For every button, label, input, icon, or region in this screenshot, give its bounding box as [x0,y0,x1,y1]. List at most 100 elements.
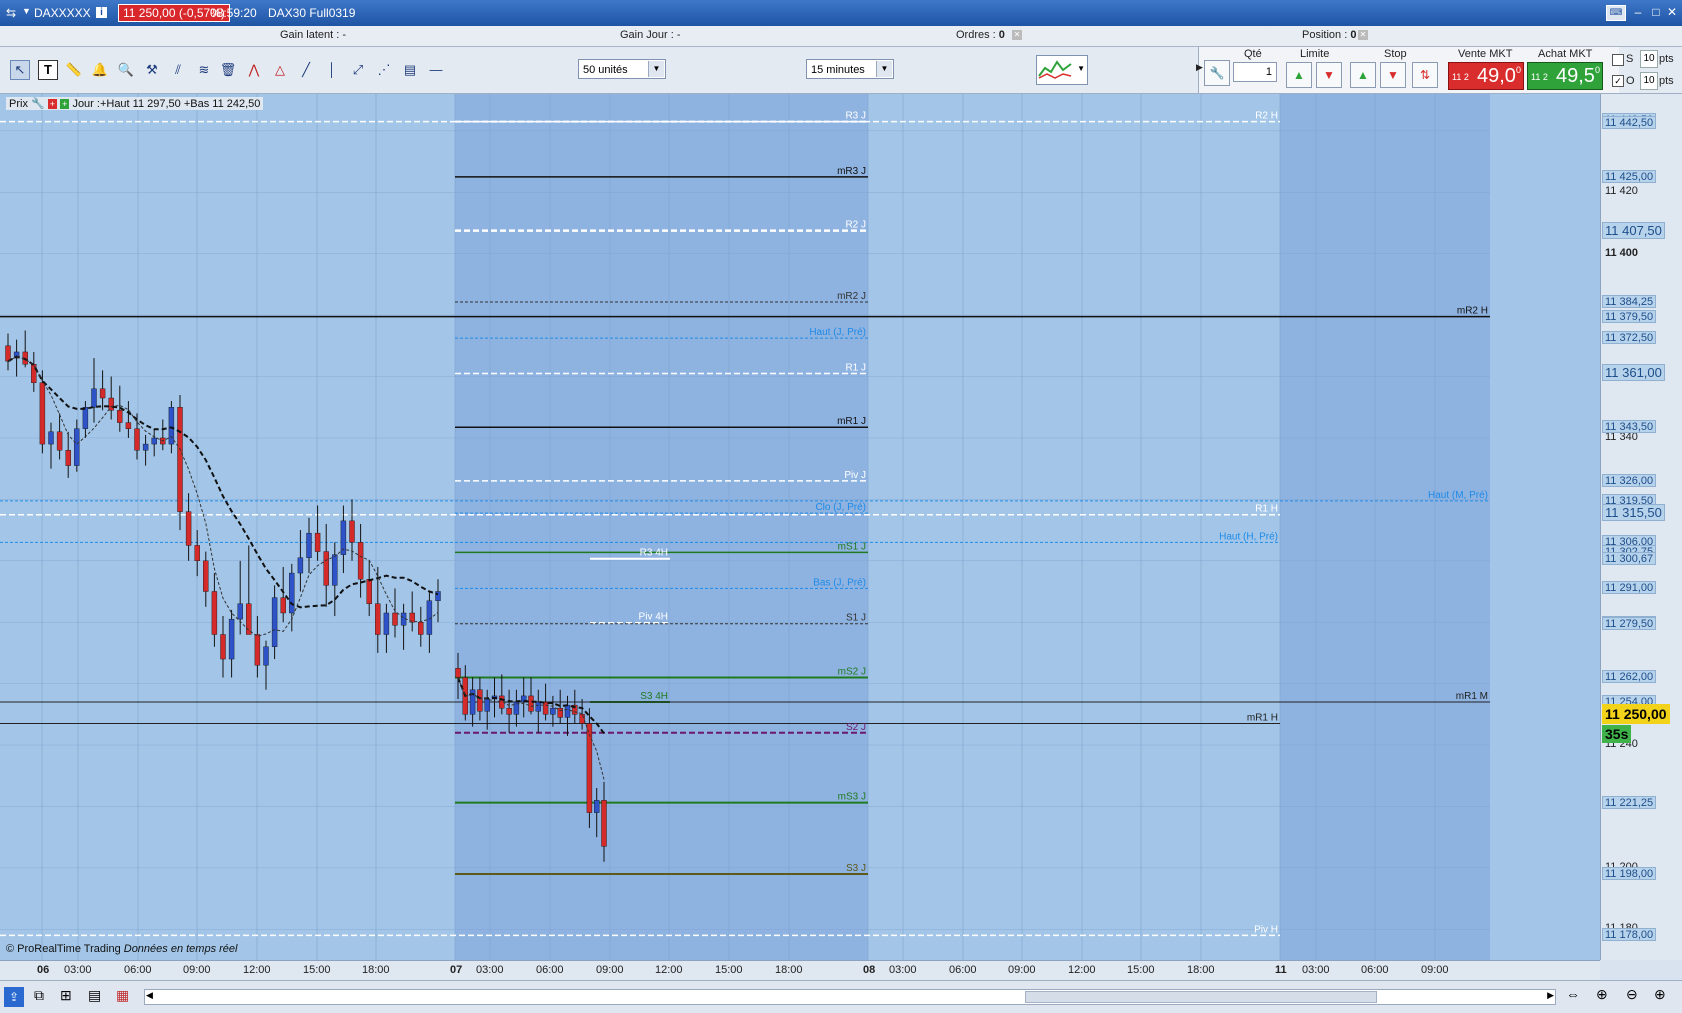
sell-market-button[interactable]: 11 2 49,0 0 [1448,62,1524,90]
settings-wrench-icon[interactable]: 🔧 [1204,60,1230,86]
maximize-button[interactable]: □ [1648,5,1664,19]
candle [289,572,295,614]
collapse-arrow-icon[interactable]: ▶ [1196,62,1203,73]
hammer-icon[interactable]: ⚒ [142,60,162,80]
scroll-right-icon[interactable]: ▶ [1547,990,1554,1001]
price-level-tag: 11 262,00 [1602,670,1657,684]
chart-type-icon [1038,60,1072,79]
vertical-line-icon[interactable]: │ [322,60,342,80]
objective-pts-label: pts [1659,75,1674,87]
candle [39,382,46,445]
info-icon[interactable]: i [96,7,107,18]
units-select[interactable]: 50 unités ▼ [578,59,666,79]
zoom-icon[interactable]: 🔍 [116,60,136,80]
time-tick: 06:00 [536,964,564,976]
price-level-tag: 11 198,00 [1602,867,1657,880]
pointer-icon[interactable]: ↖ [10,60,30,80]
candle [99,388,106,399]
time-tick: 18:00 [362,964,390,976]
zoom-out-icon[interactable]: ⊖ [1626,986,1638,1003]
minimize-button[interactable]: – [1630,5,1646,19]
level-label: Piv J [844,470,866,481]
timeframe-select[interactable]: 15 minutes ▼ [806,59,894,79]
price-label: Prix [9,98,28,110]
wrench-icon[interactable]: 🔧 [31,98,45,110]
triangle-icon[interactable]: △ [270,60,290,80]
remove-indicator-icon[interactable]: + [47,99,58,109]
sell-stop-button[interactable]: ▼ [1380,62,1406,88]
pattern-icon[interactable]: ⋀ [244,60,264,80]
objective-check-label: O [1626,75,1635,87]
sell-limit-button[interactable]: ▼ [1316,62,1342,88]
add-indicator-icon[interactable]: + [60,99,70,109]
fibonacci-icon[interactable]: ≋ [194,60,214,80]
segment-icon[interactable]: ⤢ [348,60,368,80]
fan-icon[interactable]: ⋰ [374,60,394,80]
candle [586,723,593,813]
stop-checkbox[interactable] [1612,54,1624,66]
price-axis[interactable]: 11 42011 40011 34011 24011 20011 18011 4… [1600,94,1682,960]
time-tick: 03:00 [1302,964,1330,976]
alarm-bell-icon[interactable]: 🔔 [90,60,110,80]
grid-icon[interactable]: ▦ [116,987,129,1004]
stop-check-label: S [1626,53,1634,65]
list-icon[interactable]: ▤ [88,987,101,1004]
price-chart[interactable]: R3 J R2 H mR3 J R2 J mR2 J mR2 H Haut (J, Pré)… [0,94,1600,960]
day-band-11 [1280,94,1490,960]
brand-text: © ProRealTime Trading [6,943,121,955]
dropdown-icon[interactable]: ▼ [22,6,31,16]
candle [601,800,607,847]
candle [177,407,183,512]
layout-icon[interactable]: ⊞ [60,987,72,1004]
buy-limit-button[interactable]: ▲ [1286,62,1312,88]
link-icon[interactable]: ⇆ [6,6,16,20]
candle [134,428,140,451]
time-tick: 12:00 [243,964,271,976]
candle [246,603,252,635]
stop-points-input[interactable]: 10 [1640,50,1658,68]
time-tick: 09:00 [1008,964,1036,976]
price-level-tag: 11 178,00 [1602,928,1657,942]
candle [542,701,549,715]
time-axis[interactable]: 06 03:00 06:00 09:00 12:00 15:00 18:00 07 03:00 0… [0,960,1600,981]
copy-icon[interactable]: ⧉ [34,987,44,1004]
scroll-left-icon[interactable]: ◀ [146,990,153,1001]
orders-close-icon[interactable]: ✕ [1012,30,1022,40]
ruler-icon[interactable]: 📏 [64,60,84,80]
objective-points-input[interactable]: 10 [1640,72,1658,90]
share-icon[interactable]: ⇪ [4,987,24,1007]
zoom-in-icon[interactable]: ⊕ [1654,986,1666,1003]
qty-input[interactable]: 1 [1233,62,1277,82]
oco-button[interactable]: ⇅ [1412,62,1438,88]
buy-market-button[interactable]: 11 2 49,5 0 [1527,62,1603,90]
chart-type-button[interactable]: ▼ [1036,55,1088,85]
buy-stop-button[interactable]: ▲ [1350,62,1376,88]
position-close-icon[interactable]: ✕ [1358,30,1368,40]
close-button[interactable]: ✕ [1664,5,1680,19]
line-tool-icon[interactable]: ╱ [296,60,316,80]
fit-icon[interactable]: ⇔ [1566,986,1580,1002]
gain-latent: Gain latent : - [280,29,347,41]
candle [557,707,563,718]
price-level-tag: 11 425,00 [1602,169,1657,183]
level-label: mS2 J [838,666,866,677]
keyboard-icon[interactable]: ⌨ [1606,5,1626,21]
text-tool-icon[interactable]: T [38,60,58,80]
chevron-down-icon: ▼ [1077,64,1085,73]
trend-channel-icon[interactable]: ⫽ [168,60,188,80]
horizontal-scrollbar[interactable]: ◀ ▶ [144,989,1556,1005]
clock-time: 08:59:20 [210,6,257,20]
level-label: R2 J [845,220,866,231]
horizontal-line-icon[interactable]: — [426,60,446,80]
trash-icon[interactable]: 🗑 [218,60,238,80]
zoom-fit-icon[interactable]: ⊕ [1596,986,1608,1003]
level-label: mR1 M [1456,691,1488,702]
regression-icon[interactable]: ▤ [400,60,420,80]
scrollbar-thumb[interactable] [1025,991,1377,1003]
level-label: Haut (H, Pré) [1219,531,1278,542]
level-label: Bas (J, Pré) [813,577,866,588]
level-label: Piv H [1254,924,1278,935]
objective-checkbox[interactable]: ✓ [1612,75,1624,87]
instrument-name[interactable]: DAXXXXX [34,6,91,20]
price-level-tag: 11 442,50 [1602,116,1657,130]
